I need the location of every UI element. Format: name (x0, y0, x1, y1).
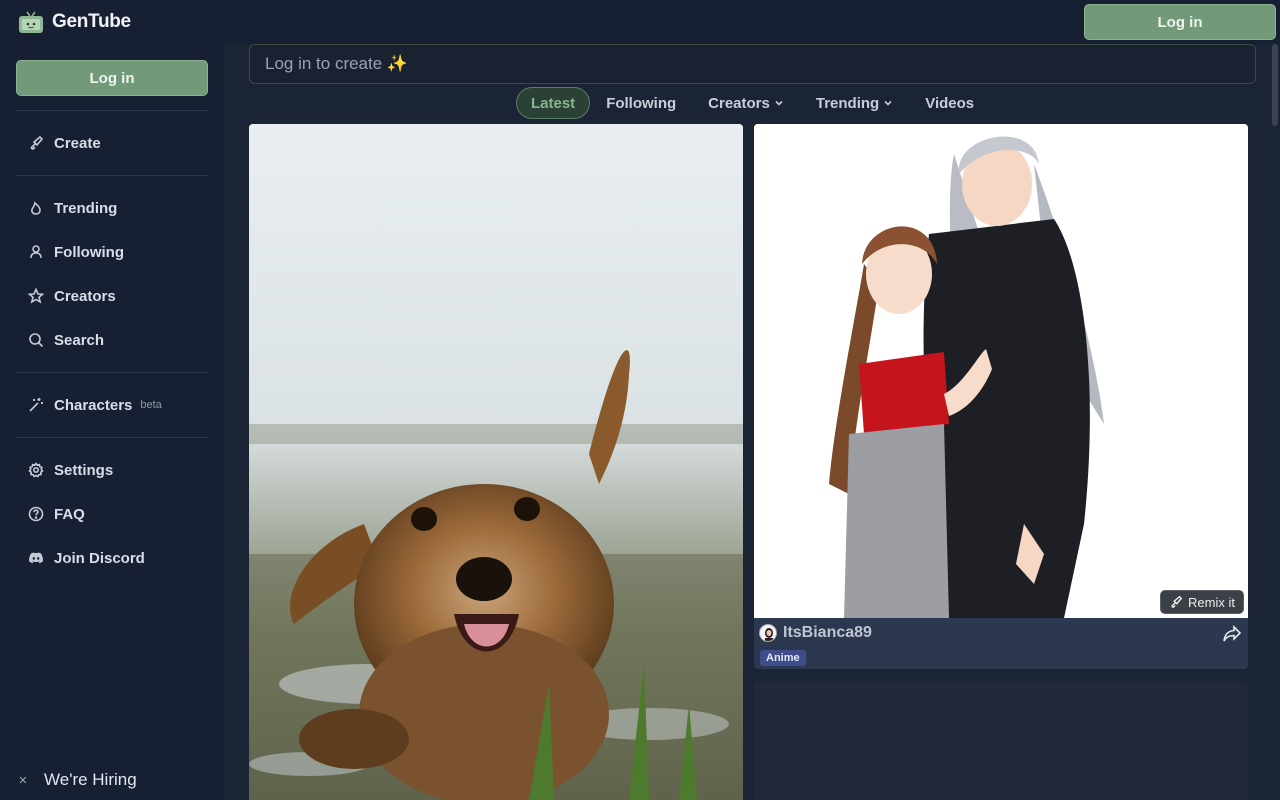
category-tag[interactable]: Anime (760, 650, 806, 666)
feed-tabs: Latest Following Creators Trending Video… (516, 87, 990, 119)
app-title: GenTube (52, 11, 131, 32)
sidebar-item-label: Create (54, 134, 101, 152)
sidebar-item-discord[interactable]: Join Discord (28, 547, 145, 569)
dog-photo (249, 124, 743, 800)
sidebar-item-label: Characters (54, 396, 133, 414)
card-meta: ItsBianca89 Anime (754, 618, 1248, 669)
divider (16, 110, 208, 111)
user-icon (30, 245, 42, 259)
chevron-down-icon (775, 100, 783, 106)
scrollbar-thumb[interactable] (1272, 44, 1278, 126)
search-icon (29, 333, 44, 348)
remix-button[interactable]: Remix it (1160, 590, 1244, 614)
divider (16, 372, 208, 373)
tab-label: Videos (925, 94, 975, 112)
header-login-button[interactable]: Log in (1084, 4, 1276, 40)
sidebar-item-label: Creators (54, 287, 116, 305)
tab-label: Trending (815, 94, 880, 112)
sidebar-item-label: Trending (54, 199, 118, 217)
logo[interactable]: GenTube (18, 10, 131, 34)
question-icon (28, 506, 44, 522)
remix-label: Remix it (1188, 594, 1235, 610)
tab-creators[interactable]: Creators (692, 87, 800, 119)
sidebar: Log in Create Trending Following Creator… (0, 44, 224, 800)
prompt-input[interactable]: Log in to create ✨ (249, 44, 1256, 84)
hiring-icon: ✕ (18, 774, 28, 787)
feed-card-loading[interactable] (754, 681, 1248, 800)
tab-trending[interactable]: Trending (800, 87, 909, 119)
brush-icon (1171, 595, 1183, 609)
sidebar-login-button[interactable]: Log in (16, 60, 208, 96)
sidebar-item-following[interactable]: Following (28, 241, 124, 263)
sidebar-item-search[interactable]: Search (28, 329, 104, 351)
sidebar-item-trending[interactable]: Trending (28, 197, 117, 219)
tab-latest[interactable]: Latest (516, 87, 591, 119)
flame-icon (31, 201, 41, 215)
anime-illustration (754, 124, 1248, 618)
sidebar-item-settings[interactable]: Settings (28, 459, 113, 481)
avatar (759, 624, 777, 642)
star-icon (28, 288, 44, 304)
tab-label: Creators (708, 94, 770, 112)
sidebar-item-creators[interactable]: Creators (28, 285, 116, 307)
sidebar-item-label: Following (54, 243, 124, 261)
share-icon[interactable] (1222, 624, 1242, 644)
tab-label: Latest (531, 94, 576, 112)
tv-logo-icon (18, 10, 44, 34)
top-bar: GenTube Log in (0, 0, 1280, 44)
tab-label: Following (606, 94, 677, 112)
feed-card-anime[interactable]: Remix it ItsBianca89 Anime (754, 124, 1248, 669)
tab-videos[interactable]: Videos (909, 87, 990, 119)
magic-wand-icon (29, 398, 43, 412)
hiring-link[interactable]: ✕ We're Hiring (16, 770, 137, 790)
sidebar-item-label: FAQ (54, 505, 85, 523)
author-name: ItsBianca89 (783, 624, 872, 641)
feed-card-dog-image[interactable] (249, 124, 743, 800)
sidebar-item-create[interactable]: Create (28, 132, 101, 154)
divider (16, 175, 208, 176)
sidebar-item-characters[interactable]: Characters beta (28, 394, 162, 416)
beta-badge: beta (140, 399, 162, 411)
divider (16, 437, 208, 438)
gear-icon (28, 462, 44, 478)
sidebar-item-label: Search (54, 331, 105, 349)
brush-icon (30, 135, 44, 150)
chevron-down-icon (884, 100, 892, 106)
hiring-label: We're Hiring (44, 770, 137, 789)
discord-icon (29, 552, 43, 564)
sidebar-item-label: Settings (54, 461, 114, 479)
tab-following[interactable]: Following (590, 87, 692, 119)
sidebar-item-label: Join Discord (54, 549, 145, 567)
author-link[interactable]: ItsBianca89 (759, 624, 872, 642)
sidebar-item-faq[interactable]: FAQ (28, 503, 85, 525)
